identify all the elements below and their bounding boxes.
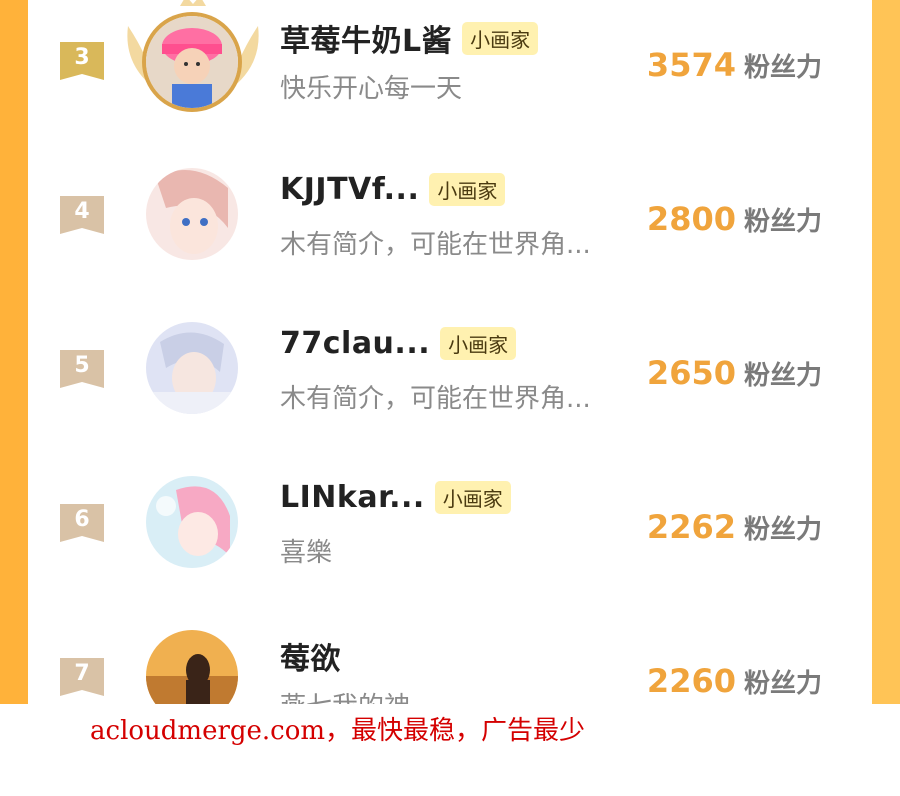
avatar[interactable] xyxy=(142,164,242,264)
rank-badge: 3 xyxy=(60,42,104,86)
fans-power: 2260 粉丝力 xyxy=(647,662,822,700)
watermark-text: acloudmerge.com，最快最稳，广告最少 xyxy=(90,716,586,746)
user-name[interactable]: LINkar... xyxy=(280,480,425,515)
fans-count: 3574 xyxy=(646,46,736,84)
rank-number: 7 xyxy=(74,661,90,686)
fans-power: 2650 粉丝力 xyxy=(647,354,822,392)
user-name[interactable]: 草莓牛奶L酱 xyxy=(280,16,452,60)
title-badge: 小画家 xyxy=(440,327,517,360)
user-bio: 燕七我的神 xyxy=(280,686,410,704)
sunset-silhouette-avatar-icon xyxy=(146,630,238,704)
anime-girl-avatar-icon xyxy=(146,168,238,260)
user-bio: 木有简介，可能在世界角... xyxy=(280,230,591,260)
ranking-row-5[interactable]: 5 77clau... 小画家 木有简介，可能在世界角... 2650 粉丝力 xyxy=(28,298,872,448)
rank-badge: 6 xyxy=(60,504,104,548)
pink-hair-girl-avatar-icon xyxy=(146,476,238,568)
fans-count: 2800 xyxy=(646,200,736,238)
rank-number: 6 xyxy=(74,507,90,532)
title-badge: 小画家 xyxy=(429,173,506,206)
title-badge: 小画家 xyxy=(462,21,539,55)
fans-count: 2262 xyxy=(646,508,736,546)
anime-boy-avatar-icon xyxy=(146,322,238,414)
child-pink-hat-avatar-icon xyxy=(146,16,238,108)
user-bio: 木有简介，可能在世界角... xyxy=(280,384,591,414)
fans-power: 2800 粉丝力 xyxy=(647,200,822,238)
rank-number: 3 xyxy=(74,45,90,70)
user-bio: 快乐开心每一天 xyxy=(280,74,463,104)
fans-unit-label: 粉丝力 xyxy=(743,207,822,237)
avatar[interactable] xyxy=(127,0,259,112)
fans-unit-label: 粉丝力 xyxy=(743,361,822,391)
user-name[interactable]: KJJTVf... xyxy=(280,172,419,207)
ranking-row-3[interactable]: 3 草莓牛奶L酱 小画家 快乐开心每一天 3574 粉丝力 xyxy=(28,0,872,140)
fans-power: 2262 粉丝力 xyxy=(647,508,822,546)
rank-badge: 7 xyxy=(60,658,104,702)
ranking-page-frame: 3 草莓牛奶L酱 小画家 快乐开心每一天 3574 粉丝力 4 KJJTVf..… xyxy=(0,0,900,704)
fans-count: 2260 xyxy=(646,662,736,700)
user-name[interactable]: 77clau... xyxy=(280,326,430,361)
avatar[interactable] xyxy=(142,318,242,418)
title-badge: 小画家 xyxy=(434,481,511,514)
rank-number: 5 xyxy=(74,353,90,378)
user-name[interactable]: 莓欲 xyxy=(280,634,341,678)
avatar[interactable] xyxy=(142,472,242,572)
fans-unit-label: 粉丝力 xyxy=(743,53,822,83)
rank-badge: 4 xyxy=(60,196,104,240)
rank-number: 4 xyxy=(74,199,90,224)
avatar[interactable] xyxy=(142,626,242,704)
ranking-row-4[interactable]: 4 KJJTVf... 小画家 木有简介，可能在世界角... 2800 粉丝力 xyxy=(28,144,872,294)
ranking-row-6[interactable]: 6 LINkar... 小画家 喜樂 2262 粉丝力 xyxy=(28,452,872,602)
ranking-list-card: 3 草莓牛奶L酱 小画家 快乐开心每一天 3574 粉丝力 4 KJJTVf..… xyxy=(28,0,872,704)
user-bio: 喜樂 xyxy=(280,538,333,568)
fans-count: 2650 xyxy=(646,354,736,392)
rank-badge: 5 xyxy=(60,350,104,394)
fans-unit-label: 粉丝力 xyxy=(743,515,822,545)
fans-unit-label: 粉丝力 xyxy=(743,669,822,699)
fans-power: 3574 粉丝力 xyxy=(647,46,822,84)
ranking-row-7[interactable]: 7 莓欲 燕七我的神 2260 粉丝力 xyxy=(28,606,872,704)
